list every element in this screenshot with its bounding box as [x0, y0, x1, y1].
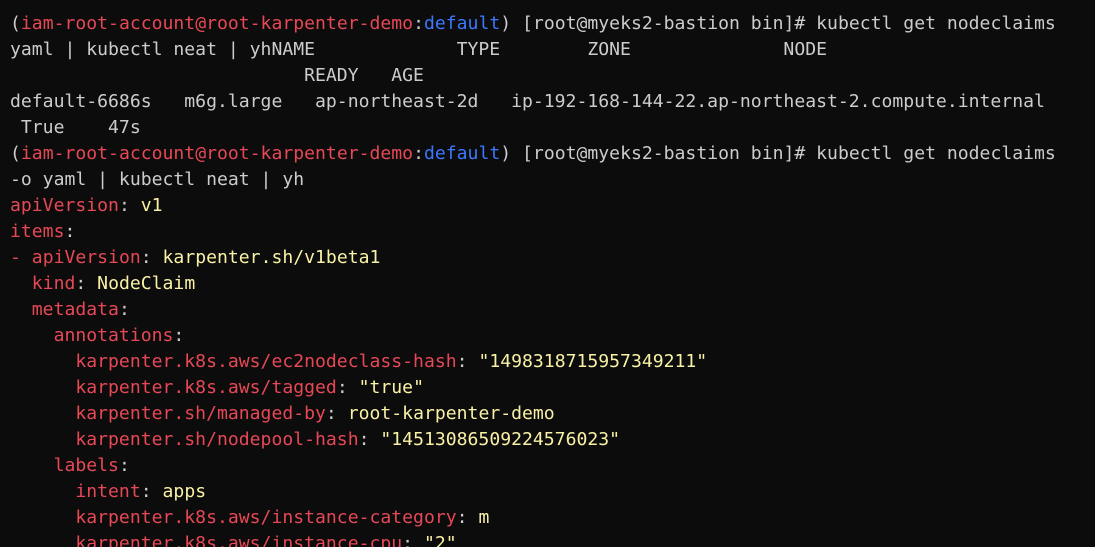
terminal-text-segment: :	[118, 299, 130, 320]
terminal-line: READY AGE	[10, 63, 1090, 89]
terminal-line: yaml | kubectl neat | yhNAME TYPE ZONE N…	[10, 37, 1090, 63]
terminal-text-segment: karpenter.k8s.aws/instance-cpu	[10, 533, 403, 547]
terminal-text-segment: apiVersion	[10, 195, 119, 216]
terminal-line: -o yaml | kubectl neat | yh	[10, 167, 1090, 193]
terminal-text-segment: :	[140, 247, 163, 268]
terminal-text-segment: "1498318715957349211"	[478, 351, 708, 372]
terminal-window[interactable]: ~(iam-root-account@root-karpenter-demo:d…	[0, 0, 1095, 547]
terminal-text-segment: :	[75, 273, 98, 294]
terminal-text-segment: True 47s	[10, 117, 141, 138]
terminal-text-segment: :	[402, 533, 424, 547]
terminal-text-segment: default	[423, 13, 501, 34]
terminal-line: intent: apps	[10, 479, 1090, 505]
terminal-text-segment: intent	[10, 481, 141, 502]
terminal-text-segment: -	[10, 247, 32, 268]
terminal-text-segment: :	[173, 325, 185, 346]
terminal-line: apiVersion: v1	[10, 193, 1090, 219]
terminal-text-segment: READY AGE	[10, 65, 424, 86]
terminal-output: ~(iam-root-account@root-karpenter-demo:d…	[10, 0, 1090, 547]
terminal-text-segment: :	[325, 403, 348, 424]
terminal-text-segment: "true"	[358, 377, 424, 398]
terminal-text-segment: karpenter.k8s.aws/ec2nodeclass-hash	[10, 351, 457, 372]
terminal-line: kind: NodeClaim	[10, 271, 1090, 297]
terminal-line: (iam-root-account@root-karpenter-demo:de…	[10, 141, 1090, 167]
terminal-text-segment: :	[336, 377, 359, 398]
terminal-text-segment: (	[10, 13, 21, 34]
terminal-line: metadata:	[10, 297, 1090, 323]
terminal-text-segment: :	[140, 481, 163, 502]
terminal-text-segment: karpenter.sh/managed-by	[10, 403, 326, 424]
terminal-text-segment: :	[64, 221, 76, 242]
terminal-text-segment: items	[10, 221, 65, 242]
terminal-text-segment: labels	[10, 455, 119, 476]
terminal-text-segment: (	[10, 143, 21, 164]
terminal-line: karpenter.k8s.aws/instance-category: m	[10, 505, 1090, 531]
terminal-text-segment: "2"	[423, 533, 457, 547]
terminal-text-segment: apps	[162, 481, 207, 502]
terminal-line: karpenter.sh/nodepool-hash: "14513086509…	[10, 427, 1090, 453]
terminal-line: ~	[10, 0, 1090, 11]
terminal-text-segment: :	[358, 429, 381, 450]
terminal-text-segment: :	[118, 195, 141, 216]
terminal-text-segment: v1	[140, 195, 163, 216]
terminal-text-segment: ~	[10, 0, 21, 8]
terminal-text-segment: iam-root-account@root-karpenter-demo	[20, 13, 414, 34]
terminal-text-segment: root-karpenter-demo	[347, 403, 555, 424]
terminal-text-segment: -o yaml | kubectl neat | yh	[10, 169, 305, 190]
terminal-text-segment: m	[478, 507, 490, 528]
terminal-line: karpenter.k8s.aws/tagged: "true"	[10, 375, 1090, 401]
terminal-text-segment: metadata	[10, 299, 119, 320]
terminal-text-segment: yaml | kubectl neat | yhNAME TYPE ZONE N…	[10, 39, 828, 60]
terminal-line: items:	[10, 219, 1090, 245]
terminal-line: default-6686s m6g.large ap-northeast-2d …	[10, 89, 1090, 115]
terminal-line: annotations:	[10, 323, 1090, 349]
terminal-line: - apiVersion: karpenter.sh/v1beta1	[10, 245, 1090, 271]
terminal-text-segment: kind	[10, 273, 76, 294]
terminal-text-segment: karpenter.k8s.aws/tagged	[10, 377, 337, 398]
terminal-text-segment: :	[118, 455, 130, 476]
terminal-line: karpenter.sh/managed-by: root-karpenter-…	[10, 401, 1090, 427]
terminal-text-segment: karpenter.sh/nodepool-hash	[10, 429, 359, 450]
terminal-text-segment: default-6686s m6g.large ap-northeast-2d …	[10, 91, 1045, 112]
terminal-line: labels:	[10, 453, 1090, 479]
terminal-text-segment: :	[456, 507, 479, 528]
terminal-text-segment: :	[456, 351, 479, 372]
terminal-text-segment: ) [root@myeks2-bastion bin]# kubectl get…	[500, 143, 1056, 164]
terminal-text-segment: ) [root@myeks2-bastion bin]# kubectl get…	[500, 13, 1056, 34]
terminal-text-segment: iam-root-account@root-karpenter-demo	[20, 143, 414, 164]
terminal-text-segment: karpenter.k8s.aws/instance-category	[10, 507, 457, 528]
terminal-text-segment: karpenter.sh/v1beta1	[162, 247, 381, 268]
terminal-text-segment: annotations	[10, 325, 174, 346]
terminal-text-segment: default	[423, 143, 501, 164]
terminal-text-segment: :	[413, 13, 424, 34]
terminal-line: karpenter.k8s.aws/ec2nodeclass-hash: "14…	[10, 349, 1090, 375]
terminal-line: True 47s	[10, 115, 1090, 141]
terminal-text-segment: "14513086509224576023"	[380, 429, 621, 450]
terminal-line: karpenter.k8s.aws/instance-cpu: "2"	[10, 531, 1090, 547]
terminal-text-segment: :	[413, 143, 424, 164]
terminal-text-segment: NodeClaim	[97, 273, 196, 294]
terminal-text-segment: apiVersion	[31, 247, 141, 268]
terminal-line: (iam-root-account@root-karpenter-demo:de…	[10, 11, 1090, 37]
